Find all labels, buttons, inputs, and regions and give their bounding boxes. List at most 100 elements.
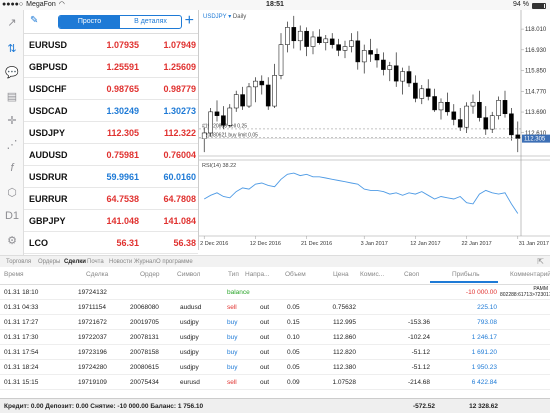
price-tick-label: 115.850 [525,69,547,75]
quote-row[interactable]: GBPJPY 141.048 141.084 [24,210,198,232]
deal-order: 20080615 [130,364,159,371]
candle-body [425,88,431,97]
indicator-icon[interactable]: ⋰ [4,136,20,152]
quote-bid: 59.9961 [106,171,139,182]
quote-symbol: GBPJPY [29,215,66,226]
deal-row[interactable]: 01.31 17:30 19722037 20078131 usdjpy buy out 0… [0,330,550,345]
column-header[interactable]: Своп [404,271,419,278]
battery-fill [533,4,545,8]
deal-comment: PAMM 802288:61713>723017 [500,286,550,298]
deal-symbol: audusd [180,304,202,311]
deal-order: 20068080 [130,304,159,311]
period-label[interactable]: D1 [4,208,20,224]
column-header[interactable]: Объем [285,271,306,278]
deal-row[interactable]: 01.31 04:33 19711154 20068080 audusd sell out… [0,300,550,315]
deal-swap: -153.36 [407,319,430,326]
quote-symbol: AUDUSD [29,149,68,160]
add-symbol-icon[interactable]: + [185,11,194,31]
deal-row[interactable]: 01.31 17:54 19723196 20078158 usdjpy buy out 0… [0,345,550,360]
quote-row[interactable]: USDRUR 59.9961 60.0160 [24,166,198,188]
quote-row[interactable]: USDCAD 1.30249 1.30273 [24,100,198,122]
column-header[interactable]: Ордер [140,271,160,278]
current-price-label: 112.305 [524,137,546,143]
candle-body [438,101,444,111]
quote-row[interactable]: EURRUR 64.7538 64.7808 [24,188,198,210]
column-header[interactable]: Время [4,271,24,278]
price-tick-label: 116.930 [525,48,547,54]
deal-dir: out [260,319,270,326]
deal-time: 01.31 17:30 [4,334,39,341]
candle-body [361,50,367,63]
deal-profit: -10 000.00 [465,289,497,296]
function-icon[interactable]: f [4,160,20,176]
deal-time: 01.31 18:10 [4,289,39,296]
deal-profit: 6 422.84 [471,379,497,386]
candle-body [265,84,271,107]
rsi-label: RSI(14) 38.22 [202,163,236,169]
candle-body [227,107,233,126]
deal-price: 112.860 [332,334,356,341]
deal-row[interactable]: 01.31 17:27 19721672 20019705 usdjpy buy out 0… [0,315,550,330]
segment-detailed[interactable]: В деталях [120,16,181,28]
candle-body [259,80,265,86]
segment-simple[interactable]: Просто [59,16,120,28]
sort-indicator [430,281,498,283]
candle-body [509,113,514,136]
deal-price: 112.380 [332,364,356,371]
quote-row[interactable]: GBPUSD 1.25591 1.25609 [24,56,198,78]
settings-icon[interactable]: ⚙ [4,232,20,248]
deal-order: 20078158 [130,349,159,356]
quote-bid: 0.75981 [106,149,139,160]
column-header[interactable]: Комментарий [510,271,550,278]
candle-body [477,101,482,118]
quote-row[interactable]: EURUSD 1.07935 1.07949 [24,34,198,56]
time-tick-label: 21 Dec 2016 [301,241,332,247]
candle-body [464,105,469,128]
document-icon[interactable]: ▤ [4,88,20,104]
crosshair-icon[interactable]: ✛ [4,112,20,128]
deal-dir: out [260,349,270,356]
candle-body [483,117,489,130]
candle-body [413,82,418,99]
deal-type: balance [227,289,250,296]
deal-deal: 19722037 [78,334,107,341]
deal-price: 1.07528 [332,379,357,386]
column-header[interactable]: Напра... [245,271,269,278]
column-header[interactable]: Цена [333,271,349,278]
column-header[interactable]: Прибыль [452,271,480,278]
arrows-icon[interactable]: ⇅ [4,40,20,56]
candle-body [310,36,316,47]
left-toolbar: ↗ ⇅ 💬 ▤ ✛ ⋰ f ⬡ D1 ⚙ [0,10,24,255]
deal-volume: 0.10 [287,334,300,341]
pencil-icon[interactable]: ✎ [30,15,38,26]
quotes-list: EURUSD 1.07935 1.07949 GBPUSD 1.25591 1.25609… [24,34,198,254]
column-header[interactable]: Тип [228,271,239,278]
quote-row[interactable]: LCO 56.31 56.38 [24,232,198,254]
objects-icon[interactable]: ⬡ [4,184,20,200]
deals-table: 01.31 18:10 19724132 balance -10 000.00 PAMM… [0,285,550,390]
chat-icon[interactable]: 💬 [4,64,20,80]
deal-price: 112.820 [332,349,356,356]
candle-body [291,27,297,42]
deal-type: sell [227,379,237,386]
quote-row[interactable]: AUDUSD 0.75981 0.76004 [24,144,198,166]
quote-row[interactable]: USDCHF 0.98765 0.98779 [24,78,198,100]
deal-order: 20078131 [130,334,159,341]
candle-body [278,44,284,76]
deal-dir: out [260,379,270,386]
column-header[interactable]: Сделка [86,271,108,278]
deal-row[interactable]: 01.31 18:10 19724132 balance -10 000.00 PAMM… [0,285,550,300]
chart-title[interactable]: USDJPY ▾ Daily [203,14,246,20]
column-header[interactable]: Комис... [360,271,384,278]
chart-panel[interactable]: USDJPY ▾ Daily 118.010 116.930 115.850 114.7… [198,10,550,250]
deal-row[interactable]: 01.31 15:15 19719109 20075434 eurusd sell out… [0,375,550,390]
chart-up-icon[interactable]: ↗ [4,14,20,30]
deal-deal: 19723196 [78,349,107,356]
quote-row[interactable]: USDJPY 112.305 112.322 [24,122,198,144]
column-header[interactable]: Символ [177,271,200,278]
deal-row[interactable]: 01.31 18:24 19724280 20080615 usdjpy buy out 0… [0,360,550,375]
candle-body [246,86,252,107]
deal-deal: 19724280 [78,364,107,371]
price-chart[interactable]: USDJPY ▾ Daily 118.010 116.930 115.850 114.7… [199,10,550,250]
deal-deal: 19711154 [78,304,106,311]
